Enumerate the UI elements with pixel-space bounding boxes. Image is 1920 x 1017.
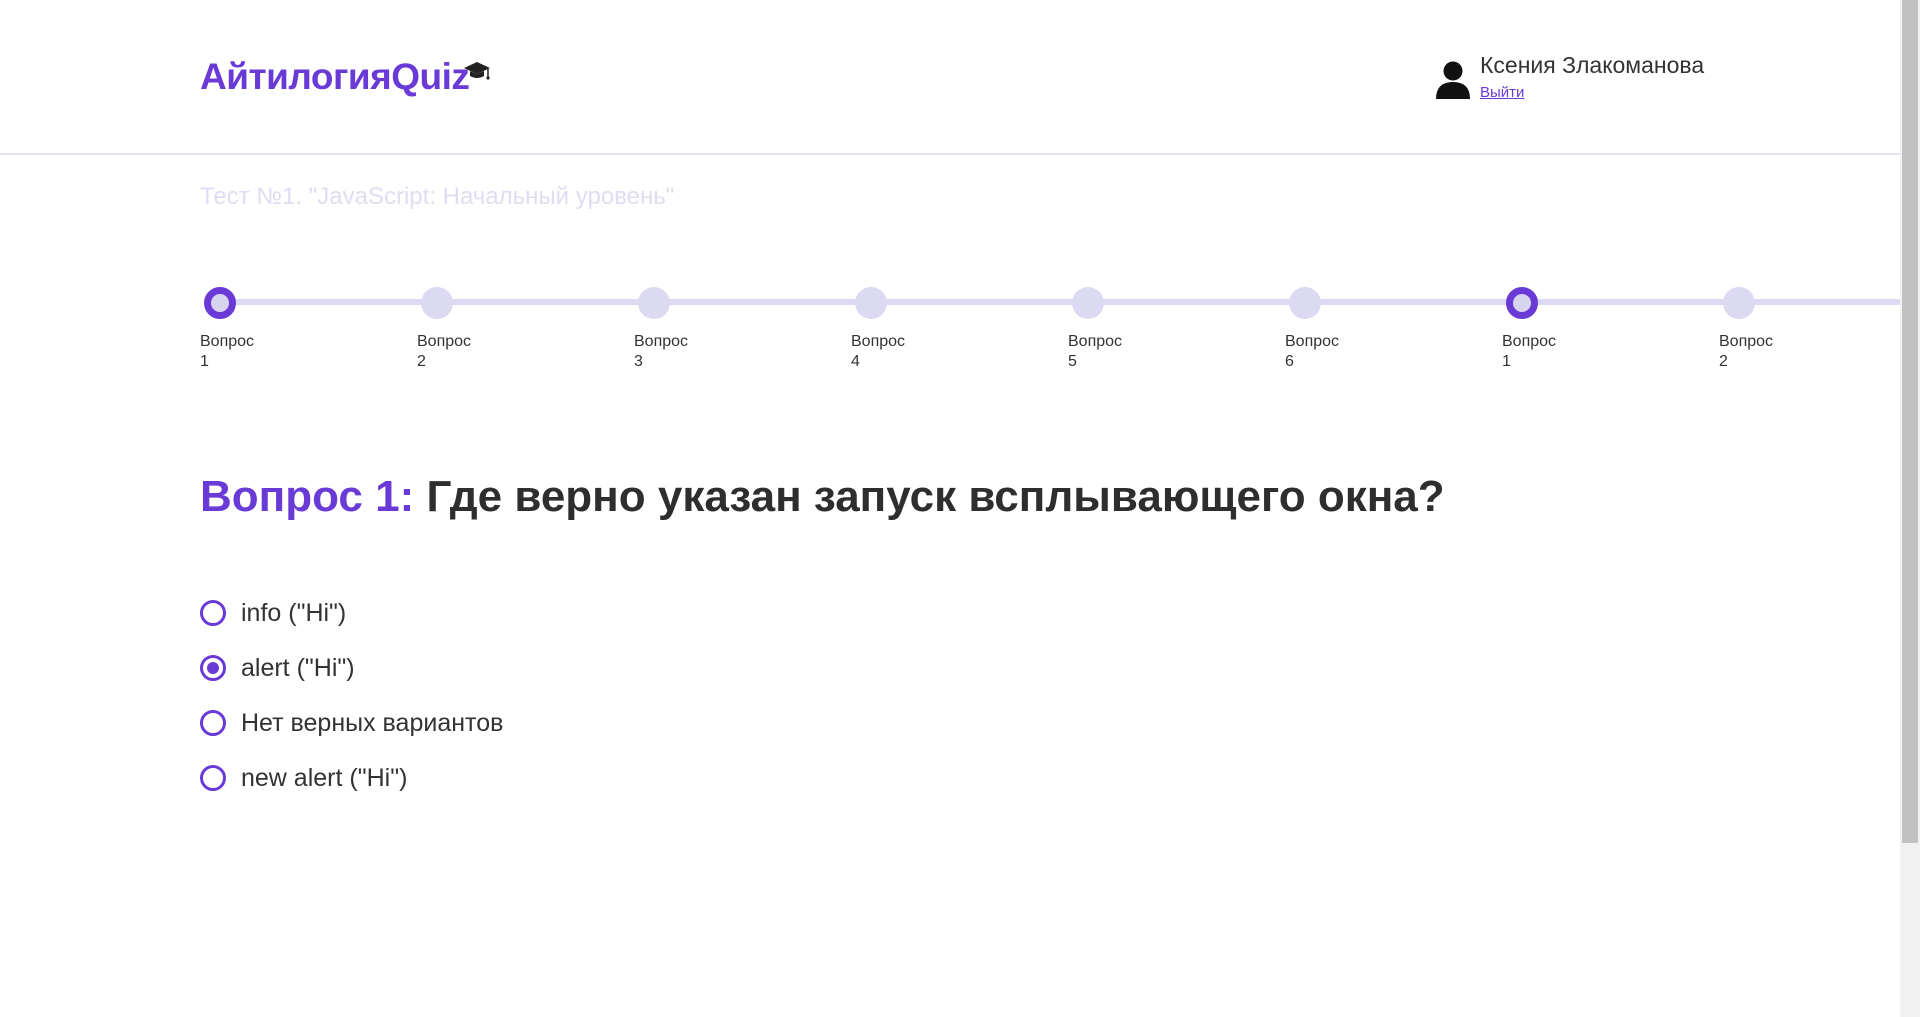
step-question[interactable]: Вопрос 4	[851, 284, 951, 374]
step-question[interactable]: Вопрос 2	[1719, 284, 1819, 374]
step-question[interactable]: Вопрос 2	[417, 284, 517, 374]
step-label: Вопрос	[417, 333, 472, 350]
logo-text: АйтилогияQuiz	[200, 56, 470, 97]
step-label: Вопрос	[851, 333, 906, 350]
step-label: Вопрос	[1068, 333, 1123, 350]
step-number: 2	[1719, 353, 1728, 370]
header: АйтилогияQuiz Ксения Злакоманова Выйти	[0, 0, 1900, 155]
step-question[interactable]: Вопрос 5	[1068, 284, 1168, 374]
answer-label[interactable]: new alert ("Hi")	[241, 761, 407, 795]
step-label: Вопрос	[634, 333, 689, 350]
question-stepper: Вопрос 1 Вопрос 2 Вопрос 3 Вопрос 4 Вопрос 5 …	[200, 284, 1900, 374]
step-dot	[1723, 287, 1755, 319]
page: АйтилогияQuiz Ксения Злакоманова Выйти Т…	[0, 0, 1920, 1017]
step-number: 4	[851, 353, 860, 370]
question-text: Где верно указан запуск всплывающего окн…	[426, 472, 1445, 521]
radio-button[interactable]	[200, 765, 226, 791]
logo[interactable]: АйтилогияQuiz	[200, 56, 491, 98]
step-label: Вопрос	[1719, 333, 1774, 350]
step-label: Вопрос	[1285, 333, 1340, 350]
graduation-cap-icon	[463, 50, 491, 80]
radio-button[interactable]	[200, 655, 226, 681]
step-label: Вопрос	[200, 333, 255, 350]
step-question[interactable]: Вопрос 3	[634, 284, 734, 374]
vertical-scrollbar[interactable]	[1900, 0, 1920, 1017]
question-heading: Вопрос 1: Где верно указан запуск всплыв…	[200, 472, 1445, 522]
step-number: 5	[1068, 353, 1077, 370]
user-name: Ксения Злакоманова	[1480, 52, 1705, 78]
radio-button[interactable]	[200, 600, 226, 626]
user-icon	[1434, 60, 1472, 100]
step-number: 1	[1502, 353, 1511, 370]
question-number: Вопрос 1:	[200, 472, 415, 521]
step-question[interactable]: Вопрос 1	[200, 284, 300, 374]
scrollbar-thumb[interactable]	[1902, 0, 1918, 843]
step-dot	[1072, 287, 1104, 319]
logout-link[interactable]: Выйти	[1480, 84, 1524, 101]
step-dot	[1506, 287, 1538, 319]
step-number: 2	[417, 353, 426, 370]
answer-label[interactable]: Нет верных вариантов	[241, 706, 503, 740]
step-number: 1	[200, 353, 209, 370]
step-dot	[638, 287, 670, 319]
step-label: Вопрос	[1502, 333, 1557, 350]
step-dot	[855, 287, 887, 319]
step-number: 6	[1285, 353, 1294, 370]
answer-label[interactable]: alert ("Hi")	[241, 651, 355, 685]
step-question[interactable]: Вопрос 1	[1502, 284, 1602, 374]
step-number: 3	[634, 353, 643, 370]
test-title: Тест №1. "JavaScript: Начальный уровень"	[200, 183, 675, 210]
step-question[interactable]: Вопрос 6	[1285, 284, 1385, 374]
step-dot	[1289, 287, 1321, 319]
step-dot	[421, 287, 453, 319]
radio-button[interactable]	[200, 710, 226, 736]
answer-label[interactable]: info ("Hi")	[241, 596, 346, 630]
step-dot	[204, 287, 236, 319]
